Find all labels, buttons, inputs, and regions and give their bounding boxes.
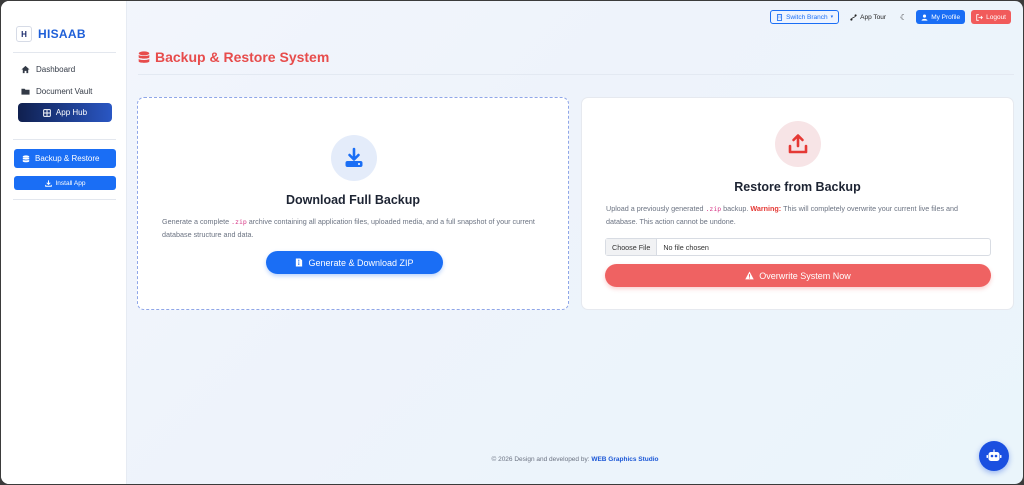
download-icon	[44, 179, 52, 187]
brand-name: HISAAB	[38, 27, 86, 41]
moon-icon: ☾	[900, 12, 908, 22]
sidebar-item-dashboard[interactable]: Dashboard	[21, 65, 75, 74]
app-hub-button[interactable]: App Hub	[18, 103, 112, 122]
download-card-title: Download Full Backup	[285, 193, 421, 207]
title-divider	[138, 74, 1014, 75]
topbar: Switch Branch ▾ App Tour ☾ My Profile Lo…	[770, 10, 1011, 24]
database-icon	[22, 154, 30, 162]
file-status: No file chosen	[663, 242, 709, 252]
brand[interactable]: H HISAAB	[16, 26, 86, 42]
logout-label: Logout	[986, 13, 1006, 21]
backup-file-input[interactable]: Choose File No file chosen	[605, 238, 991, 256]
footer: © 2026 Design and developed by: WEB Grap…	[127, 456, 1023, 463]
sidebar-item-backup-restore[interactable]: Backup & Restore	[14, 149, 116, 168]
chevron-down-icon: ▾	[830, 14, 834, 20]
file-zip-icon	[296, 258, 303, 267]
overwrite-system-label: Overwrite System Now	[759, 270, 851, 281]
description-text: backup.	[721, 204, 751, 213]
warning-icon	[745, 271, 754, 280]
route-icon	[850, 13, 857, 21]
warning-label: Warning:	[750, 204, 782, 213]
theme-toggle-button[interactable]: ☾	[897, 10, 910, 24]
my-profile-button[interactable]: My Profile	[916, 10, 966, 24]
sidebar: H HISAAB Dashboard Document Vault App Hu…	[1, 1, 127, 484]
home-icon	[21, 65, 30, 74]
sidebar-item-label: Backup & Restore	[35, 154, 100, 163]
download-drive-icon	[345, 147, 363, 167]
robot-icon	[986, 449, 1002, 461]
generate-download-button[interactable]: Generate & Download ZIP	[266, 251, 443, 274]
overwrite-system-button[interactable]: Overwrite System Now	[605, 264, 991, 287]
folder-icon	[21, 88, 30, 95]
download-card-description: Generate a complete .zip archive contain…	[162, 216, 547, 240]
footer-link[interactable]: WEB Graphics Studio	[591, 456, 658, 463]
sidebar-item-label: Document Vault	[36, 87, 93, 96]
logout-icon	[976, 13, 984, 21]
chatbot-button[interactable]	[979, 441, 1009, 471]
description-text: Generate a complete	[162, 217, 232, 226]
switch-branch-label: Switch Branch	[786, 13, 828, 21]
generate-download-label: Generate & Download ZIP	[308, 257, 414, 268]
switch-branch-button[interactable]: Switch Branch ▾	[770, 10, 840, 24]
upload-drive-icon	[788, 134, 808, 154]
zip-code: .zip	[231, 218, 247, 226]
download-icon-circle	[331, 135, 377, 181]
user-icon	[921, 14, 928, 21]
app-window: H HISAAB Dashboard Document Vault App Hu…	[1, 1, 1023, 484]
sidebar-divider	[13, 52, 116, 53]
install-app-button[interactable]: Install App	[14, 176, 116, 190]
zip-code: .zip	[705, 205, 722, 213]
app-hub-label: App Hub	[55, 108, 88, 117]
choose-file-button[interactable]: Choose File	[606, 239, 658, 255]
sidebar-divider	[13, 139, 116, 140]
page-title-text: Backup & Restore System	[155, 49, 330, 65]
sidebar-divider	[13, 199, 116, 200]
building-icon	[777, 13, 783, 21]
restore-card-title: Restore from Backup	[734, 180, 861, 194]
app-tour-button[interactable]: App Tour	[845, 10, 891, 24]
sidebar-item-label: Dashboard	[36, 65, 76, 74]
brand-logo: H	[16, 26, 32, 42]
logout-button[interactable]: Logout	[971, 10, 1011, 24]
my-profile-label: My Profile	[931, 13, 961, 21]
grid-icon	[43, 108, 51, 117]
database-icon	[138, 50, 150, 63]
restore-card-description: Upload a previously generated .zip backu…	[606, 203, 991, 227]
restore-backup-card: Restore from Backup Upload a previously …	[581, 97, 1014, 310]
install-app-label: Install App	[55, 179, 86, 187]
footer-text: © 2026 Design and developed by:	[491, 456, 592, 463]
description-text: Upload a previously generated	[606, 204, 706, 213]
app-tour-label: App Tour	[860, 13, 887, 21]
sidebar-item-document-vault[interactable]: Document Vault	[21, 87, 92, 96]
upload-icon-circle	[775, 121, 821, 167]
page-title: Backup & Restore System	[138, 49, 329, 65]
download-backup-card: Download Full Backup Generate a complete…	[137, 97, 569, 310]
